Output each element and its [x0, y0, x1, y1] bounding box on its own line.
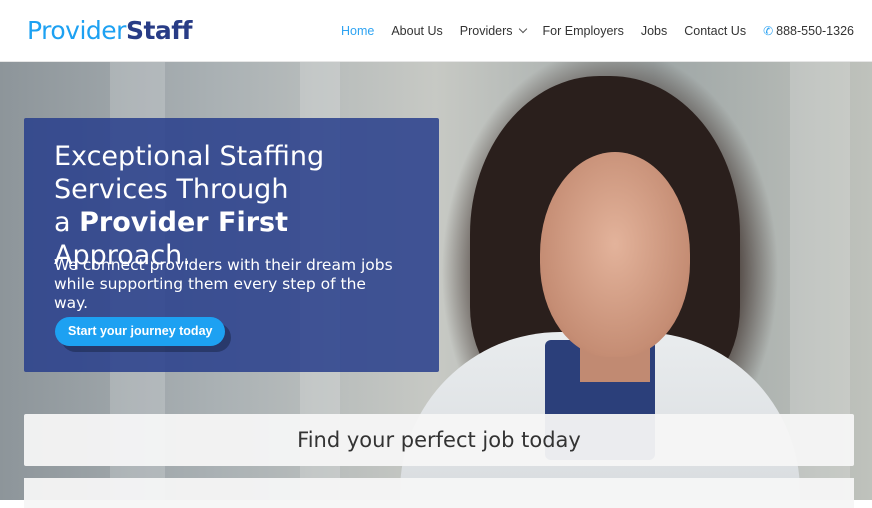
main-nav: Home About Us Providers For Employers Jo… — [324, 0, 854, 62]
headline-line-2: Services Through — [54, 174, 289, 205]
logo-provider: Provider — [27, 16, 126, 45]
nav-contact-us[interactable]: Contact Us — [684, 24, 746, 38]
phone-icon: ✆ — [763, 24, 774, 38]
nav-about-us[interactable]: About Us — [391, 24, 442, 38]
logo-staff: Staff — [125, 16, 193, 45]
headline-line-3-pre: a — [54, 207, 80, 238]
site-header: ProviderStaff Home About Us Providers Fo… — [0, 0, 872, 62]
find-job-title: Find your perfect job today — [297, 428, 581, 452]
hero-headline: Exceptional Staffing Services Through a … — [54, 140, 424, 272]
nav-for-employers[interactable]: For Employers — [543, 24, 624, 38]
logo[interactable]: ProviderStaff — [27, 16, 193, 46]
headline-line-1: Exceptional Staffing — [54, 141, 325, 172]
start-journey-button[interactable]: Start your journey today — [55, 317, 226, 346]
hero-overlay-box: Exceptional Staffing Services Through a … — [24, 118, 439, 372]
hero-photo-face — [540, 152, 690, 357]
nav-jobs[interactable]: Jobs — [641, 24, 667, 38]
chevron-down-icon — [518, 24, 527, 34]
nav-providers-label: Providers — [459, 24, 513, 38]
job-search-form — [24, 478, 854, 508]
find-job-card: Find your perfect job today — [24, 414, 854, 466]
nav-home[interactable]: Home — [341, 24, 374, 38]
hero-subline: We connect providers with their dream jo… — [54, 256, 393, 312]
headline-emphasis: Provider First — [79, 207, 288, 238]
phone-number: 888-550-1326 — [776, 24, 854, 38]
nav-phone[interactable]: ✆ 888-550-1326 — [763, 24, 854, 38]
nav-providers[interactable]: Providers — [459, 24, 527, 38]
